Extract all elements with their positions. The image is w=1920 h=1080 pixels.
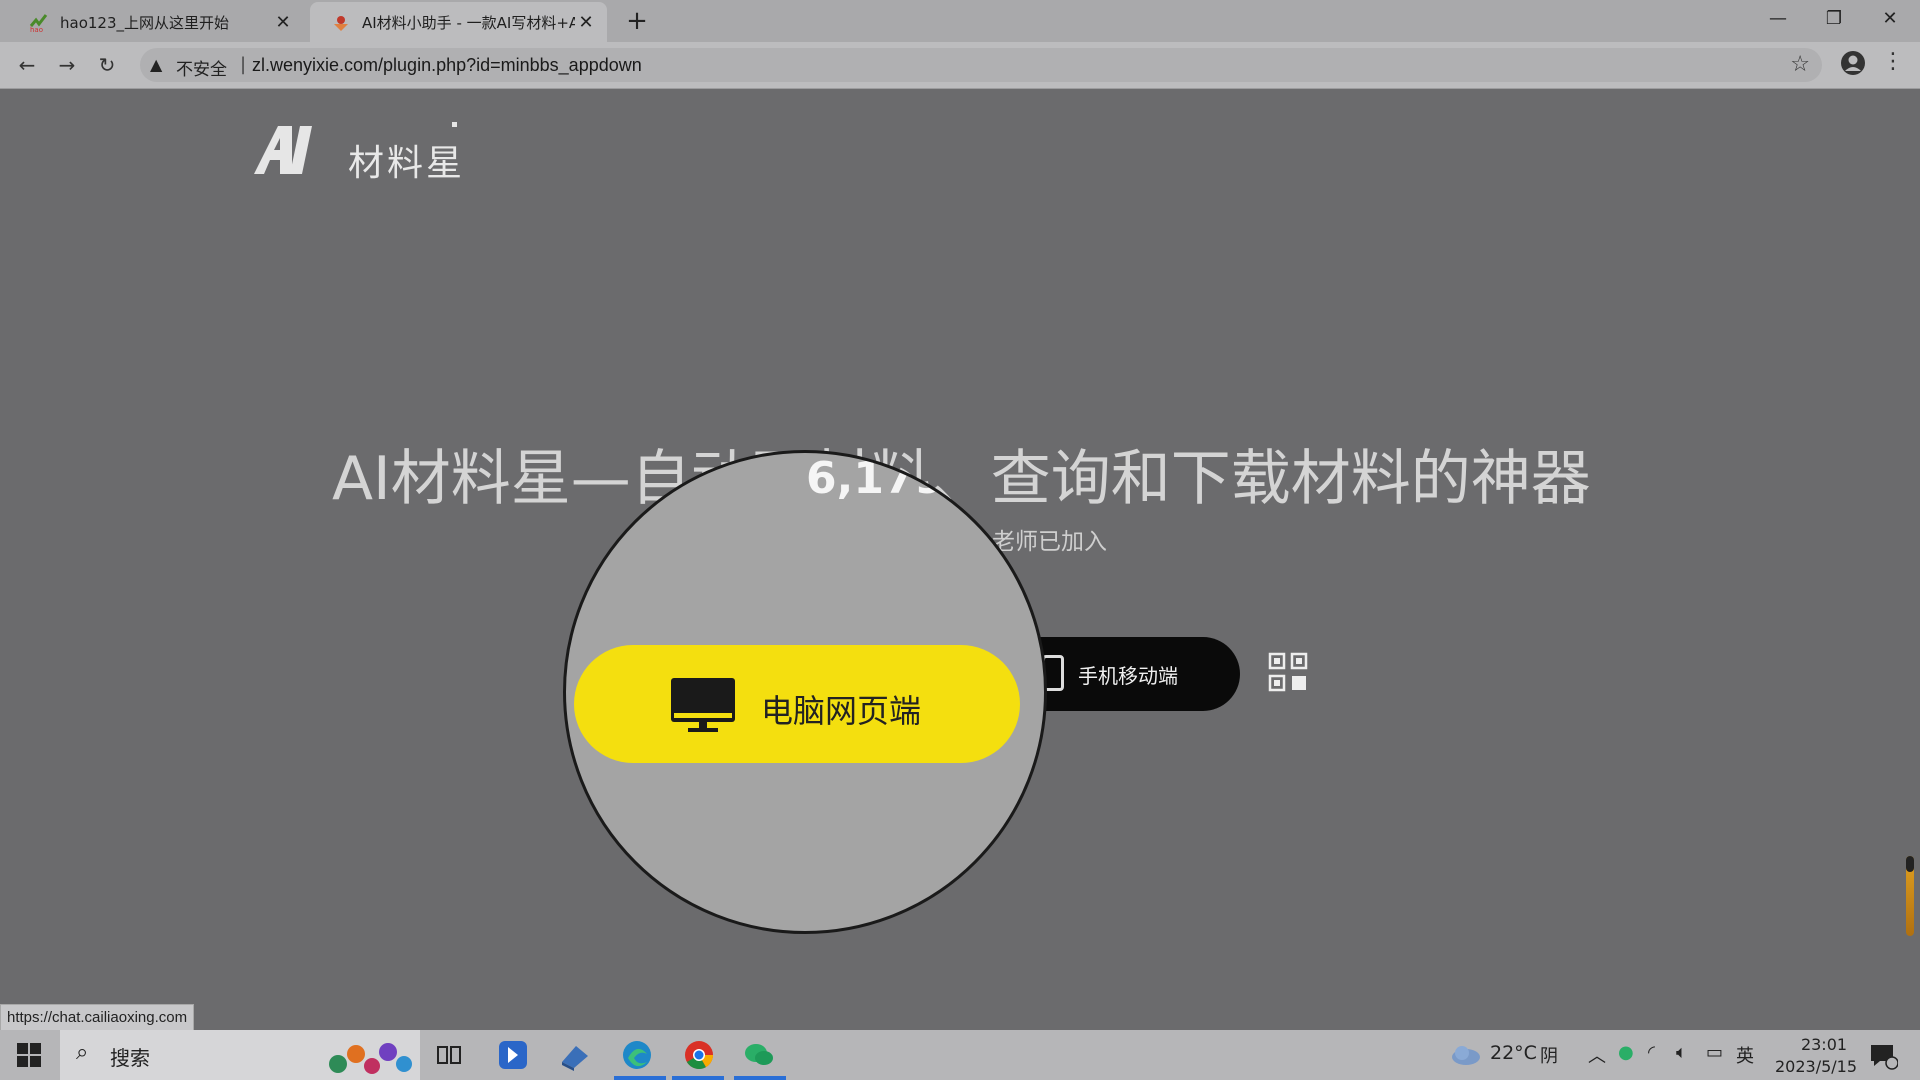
close-tab-icon[interactable]: ✕	[575, 12, 597, 33]
minimize-button[interactable]: —	[1750, 0, 1806, 38]
new-tab-button[interactable]: +	[622, 6, 652, 36]
page-headline: AI材料星—自动写材料、查询和下载材料的神器	[332, 444, 1591, 514]
volume-icon[interactable]: 🔈︎	[1676, 1042, 1687, 1063]
wechat-active-indicator	[734, 1076, 786, 1080]
cloud-icon[interactable]	[1450, 1042, 1482, 1066]
pin-app-icon[interactable]	[496, 1038, 530, 1072]
taskbar: ⌕ 搜索 22°C 阴 ︿ ● ◜ 🔈︎ ▭ 英 23:01 2023/5/15	[0, 1030, 1920, 1080]
logo-text: 材料星	[348, 143, 466, 184]
tab-ai-assistant[interactable]: AI材料小助手 - 一款AI写材料+A ✕	[310, 2, 607, 42]
magnifier-overlay: 6,179 电脑网页端	[563, 450, 1047, 934]
tab-title: AI材料小助手 - 一款AI写材料+A	[362, 13, 575, 32]
edge-active-indicator	[614, 1076, 666, 1080]
taskbar-search[interactable]: ⌕ 搜索	[60, 1030, 420, 1080]
scrollbar-cap	[1906, 856, 1914, 872]
joined-suffix: 老师已加入	[992, 529, 1107, 555]
back-button[interactable]: ←	[12, 50, 42, 80]
status-bar-url: https://chat.cailiaoxing.com	[0, 1004, 195, 1032]
browser-toolbar: ← → ↻ ▲ 不安全 | zl.wenyixie.com/plugin.php…	[0, 42, 1920, 89]
bookmark-star-icon[interactable]: ☆	[1790, 52, 1810, 77]
url-text[interactable]: zl.wenyixie.com/plugin.php?id=minbbs_app…	[252, 55, 642, 76]
edge-icon[interactable]	[620, 1038, 654, 1072]
weather-desc[interactable]: 阴	[1540, 1042, 1558, 1068]
mobile-button-label: 手机移动端	[1078, 664, 1178, 688]
search-highlight-hands-icon	[329, 1043, 412, 1074]
weather-temp[interactable]: 22°C	[1490, 1042, 1537, 1064]
task-view-icon[interactable]	[432, 1038, 466, 1072]
clock-time[interactable]: 23:01	[1784, 1035, 1864, 1054]
reload-button[interactable]: ↻	[92, 50, 122, 80]
ime-indicator[interactable]: 英	[1736, 1042, 1754, 1068]
hao123-favicon-icon: hao	[29, 14, 48, 33]
warning-icon[interactable]: ▲	[150, 55, 162, 74]
tab-strip: hao hao123_上网从这里开始 ✕ AI材料小助手 - 一款AI写材料+A…	[0, 0, 1920, 42]
tray-expand-icon[interactable]: ︿	[1588, 1042, 1606, 1068]
battery-icon[interactable]: ▭	[1706, 1042, 1723, 1063]
restore-button[interactable]: ❐	[1806, 0, 1862, 38]
search-label: 搜索	[110, 1046, 150, 1070]
notification-icon[interactable]	[1868, 1042, 1898, 1070]
ai-favicon-icon	[334, 16, 348, 31]
wifi-icon[interactable]: ◜	[1648, 1042, 1655, 1063]
address-separator: |	[240, 54, 247, 75]
qr-code-icon[interactable]	[1268, 652, 1308, 692]
tab-title: hao123_上网从这里开始	[60, 13, 230, 32]
search-icon: ⌕	[76, 1040, 89, 1065]
profile-icon[interactable]	[1840, 50, 1866, 76]
tab-hao123[interactable]: hao hao123_上网从这里开始 ✕	[8, 2, 304, 42]
chrome-icon[interactable]	[682, 1038, 716, 1072]
pc-button-label: 电脑网页端	[761, 692, 922, 730]
monitor-icon	[671, 678, 735, 732]
close-tab-icon[interactable]: ✕	[272, 12, 294, 33]
security-label[interactable]: 不安全	[176, 55, 227, 80]
svg-text:hao: hao	[30, 26, 43, 33]
file-app-icon[interactable]	[558, 1038, 592, 1072]
address-bar[interactable]: ▲ 不安全 | zl.wenyixie.com/plugin.php?id=mi…	[140, 48, 1822, 82]
tray-wechat-icon[interactable]: ●	[1618, 1042, 1634, 1063]
chrome-active-indicator	[672, 1076, 724, 1080]
joined-count: 6,179	[806, 453, 946, 504]
windows-start-icon[interactable]	[16, 1042, 42, 1068]
browser-menu-button[interactable]: ⋮	[1882, 49, 1904, 74]
close-window-button[interactable]: ✕	[1862, 0, 1918, 38]
wechat-icon[interactable]	[742, 1038, 776, 1072]
forward-button[interactable]: →	[52, 50, 82, 80]
clock-date[interactable]: 2023/5/15	[1768, 1057, 1864, 1076]
